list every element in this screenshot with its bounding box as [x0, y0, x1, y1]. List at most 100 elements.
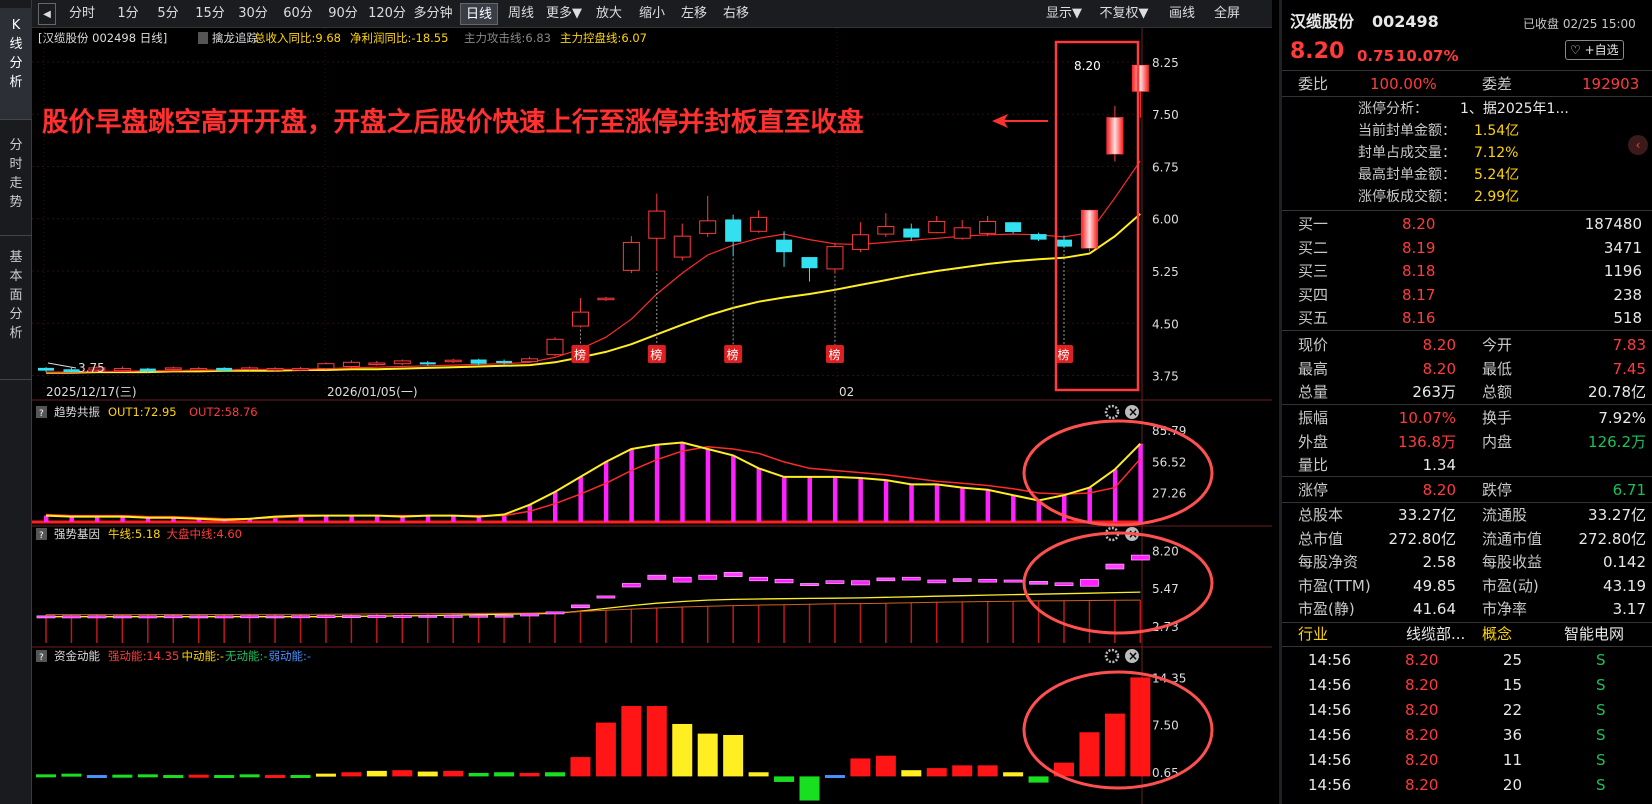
help-icon[interactable] [198, 32, 208, 44]
pane-value: OUT2:58.76 [189, 405, 258, 419]
add-favorite-button[interactable]: ♡ +自选 [1565, 40, 1624, 60]
y-tick-label: 6.75 [1152, 160, 1179, 174]
candle-body [699, 220, 717, 234]
p1-bar [654, 444, 660, 522]
toolbar-btn-2[interactable]: 5分 [148, 3, 188, 25]
p3-bar [926, 768, 947, 777]
p3-bar [315, 773, 336, 777]
p3-bar [1079, 732, 1100, 777]
stat-value: 8.20 [1422, 481, 1456, 499]
candle-body [571, 311, 589, 327]
toolbar-btn-11[interactable]: 更多▼ [542, 3, 586, 25]
toolbar-btn-13[interactable]: 缩小 [632, 3, 672, 25]
p2-candle [545, 611, 565, 615]
toolbar-btn-0[interactable]: 分时 [62, 3, 102, 25]
candle-body [496, 360, 513, 364]
concept-value[interactable]: 智能电网 [1564, 622, 1624, 646]
stat-label: 现价 [1298, 336, 1329, 354]
toolbar-btn-3[interactable]: 15分 [190, 3, 230, 25]
candle-body [622, 241, 640, 271]
p3-bar [366, 770, 387, 777]
candle-body [521, 358, 539, 363]
stat-value: 136.8万 [1398, 432, 1456, 451]
help-icon-glyph: ? [39, 531, 44, 541]
toolbar-right-btn-1[interactable]: 不复权▼ [1094, 3, 1154, 25]
close-icon-glyph: × [1128, 649, 1138, 663]
p2-candle [189, 615, 209, 619]
p3-bar [672, 723, 693, 777]
p1-bar [934, 484, 940, 522]
toolbar-btn-12[interactable]: 放大 [588, 3, 630, 25]
toolbar-btn-4[interactable]: 30分 [232, 3, 274, 25]
tick-time: 14:56 [1308, 651, 1352, 669]
pane-value: 弱动能:- [269, 649, 312, 663]
p3-bar [621, 706, 642, 777]
zt-label: 涨停板成交额： [1358, 189, 1456, 205]
p2-candle [214, 615, 234, 619]
left-tab-label: 基本面分析 [9, 250, 23, 341]
last-price-label: 8.20 [1074, 59, 1101, 73]
collapse-arrow-icon[interactable]: ‹ [1628, 135, 1648, 155]
p2-y-tick: 8.20 [1152, 544, 1179, 558]
stat-value: 0.142 [1603, 553, 1646, 572]
p3-bar [545, 772, 565, 777]
price-change: 0.75 [1357, 47, 1395, 65]
toolbar-right-btn-2[interactable]: 画线 [1162, 3, 1202, 25]
stat-value: 8.20 [1422, 336, 1456, 354]
p3-bar [443, 770, 464, 777]
stat-label: 流通股 [1482, 506, 1528, 524]
toolbar-btn-7[interactable]: 120分 [366, 3, 408, 25]
stat-value: 272.80亿 [1578, 529, 1647, 548]
p3-bar [799, 776, 820, 801]
toolbar-btn-9[interactable]: 日线 [460, 3, 498, 25]
main-header-item: [汉缆股份 002498 日线] [38, 31, 167, 45]
bid-volume: 3471 [1603, 238, 1642, 257]
y-tick-label: 4.50 [1152, 317, 1179, 331]
toolbar-btn-8[interactable]: 多分钟 [410, 3, 456, 25]
stat-label: 内盘 [1482, 432, 1513, 451]
p3-bar [748, 772, 769, 777]
main-header-item: 总收入同比:9.68 [254, 31, 341, 45]
p3-bar [137, 774, 158, 778]
left-tab-1[interactable]: 分时走势 [0, 128, 32, 236]
toolbar-btn-1[interactable]: 1分 [110, 3, 146, 25]
toolbar-btn-6[interactable]: 90分 [322, 3, 364, 25]
stat-label: 市盈(静) [1298, 600, 1355, 619]
p2-candle [672, 576, 692, 583]
bang-badge-text: 榜 [650, 347, 662, 362]
p2-candle [240, 615, 260, 619]
tick-volume: 20 [1502, 776, 1522, 794]
back-icon[interactable]: ◀ [38, 3, 56, 25]
y-tick-label: 8.25 [1152, 56, 1179, 70]
left-tab-0[interactable]: K线分析 [0, 8, 32, 120]
p2-candle [265, 615, 285, 619]
zt-label: 当前封单金额： [1358, 123, 1456, 139]
candle-body [164, 367, 182, 370]
p1-bar [1138, 443, 1143, 522]
left-tab-2[interactable]: 基本面分析 [0, 240, 32, 380]
stat-label: 总量 [1298, 383, 1329, 402]
p2-candle [698, 574, 718, 580]
toolbar-btn-5[interactable]: 60分 [277, 3, 319, 25]
p3-bar [697, 733, 718, 777]
stat-value: 20.78亿 [1588, 383, 1646, 402]
toolbar-right-btn-3[interactable]: 全屏 [1207, 3, 1247, 25]
toolbar-btn-14[interactable]: 左移 [674, 3, 714, 25]
kline-chart[interactable]: [汉缆股份 002498 日线] 擒龙追踪总收入同比:9.68 净利润同比:-18.… [32, 28, 1272, 804]
p2-candle [520, 613, 539, 617]
industry-value[interactable]: 线缆部... [1406, 622, 1465, 646]
p2-candle [825, 580, 845, 584]
p2-candle [851, 580, 870, 586]
stat-value: 41.64 [1413, 600, 1456, 619]
toolbar-btn-15[interactable]: 右移 [716, 3, 756, 25]
candle-body [826, 246, 844, 270]
toolbar-right-btn-0[interactable]: 显示▼ [1040, 3, 1088, 25]
chart-area[interactable]: [汉缆股份 002498 日线] 擒龙追踪 总收入同比:9.68 净利润同比:-18.… [32, 28, 1272, 804]
toolbar-btn-10[interactable]: 周线 [502, 3, 540, 25]
stat-label: 最低 [1482, 359, 1513, 378]
p1-bar [731, 455, 736, 522]
p3-bar [850, 758, 871, 777]
p2-candle [952, 578, 972, 582]
p2-candle [1029, 581, 1048, 585]
candle-body [1005, 222, 1022, 232]
